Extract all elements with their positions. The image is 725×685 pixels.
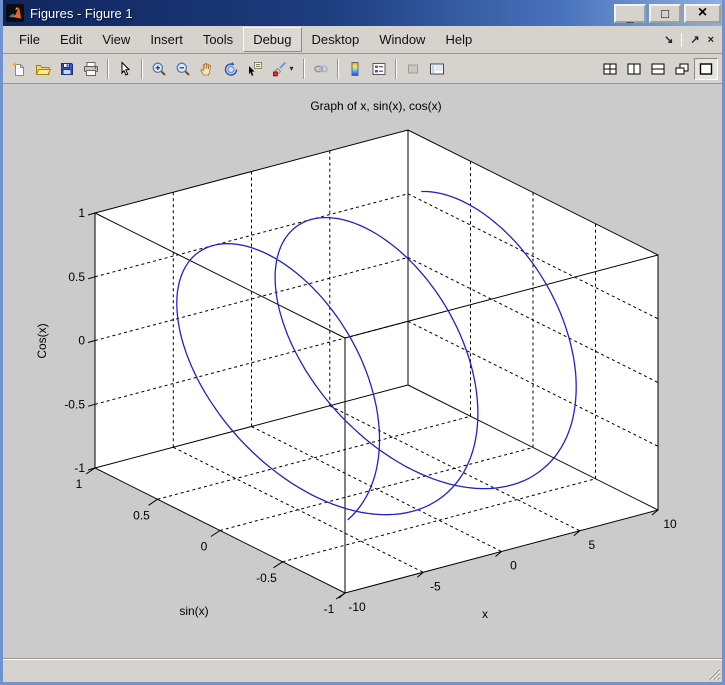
layout-float-icon [674, 61, 690, 77]
dropdown-caret-icon[interactable]: ▾ [289, 64, 293, 73]
z-tick-label: 1 [78, 206, 85, 220]
close-figures-icon[interactable]: × [708, 34, 714, 46]
data-cursor-button[interactable] [243, 58, 267, 80]
layout-grid-icon [602, 61, 618, 77]
menu-corner-separator [681, 33, 682, 47]
plot-axes-3d[interactable]: -10 -5 0 5 10 1 0.5 0 -0.5 -1 1 0.5 0 -0.5 -1 Graph of … [3, 84, 722, 658]
x-tick-label: -5 [430, 579, 441, 593]
figure-canvas: -10 -5 0 5 10 1 0.5 0 -0.5 -1 1 0.5 0 -0.5 -1 Graph of … [3, 84, 722, 658]
layout-maximize-icon [698, 61, 714, 77]
menu-item-view[interactable]: View [92, 27, 140, 52]
pan-button[interactable] [195, 58, 219, 80]
menu-item-edit[interactable]: Edit [50, 27, 92, 52]
x-axis-label: x [482, 607, 488, 621]
menu-item-desktop[interactable]: Desktop [302, 27, 370, 52]
status-bar [3, 658, 722, 682]
z-tick-label: -0.5 [64, 397, 85, 411]
rotate-3d-icon [223, 61, 239, 77]
layout-rows-button[interactable] [646, 58, 670, 80]
z-axis-label: Cos(x) [35, 323, 49, 358]
link-plot-icon [313, 61, 329, 77]
maximize-icon: □ [661, 7, 669, 20]
minimize-button[interactable]: _ [614, 4, 646, 23]
data-cursor-icon [247, 61, 263, 77]
z-tick-label: 0.5 [68, 270, 85, 284]
x-tick-label: 10 [663, 517, 677, 531]
zoom-in-icon [151, 61, 167, 77]
layout-columns-button[interactable] [622, 58, 646, 80]
zoom-in-button[interactable] [147, 58, 171, 80]
save-figure-button[interactable] [55, 58, 79, 80]
new-figure-button[interactable] [7, 58, 31, 80]
x-tick-label: 0 [510, 559, 517, 573]
menu-item-tools[interactable]: Tools [193, 27, 243, 52]
brush-icon [272, 61, 288, 77]
x-tick-label: -10 [348, 600, 366, 614]
menu-item-help[interactable]: Help [435, 27, 482, 52]
toolbar-separator [337, 59, 339, 79]
toolbar-separator [303, 59, 305, 79]
edit-plot-button[interactable] [113, 58, 137, 80]
layout-rows-icon [650, 61, 666, 77]
toolbar-layout-group [598, 58, 718, 80]
maximize-button[interactable]: □ [649, 4, 681, 23]
hide-plot-tools-button[interactable] [401, 58, 425, 80]
figure-window: Figures - Figure 1 _ □ × FileEditViewInser… [0, 0, 725, 685]
x-tick-label: 5 [588, 538, 595, 552]
menu-bar: FileEditViewInsertToolsDebugDesktopWindo… [3, 26, 722, 54]
toolbar: ▾ [3, 54, 722, 84]
insert-colorbar-button[interactable] [343, 58, 367, 80]
y-axis-label: sin(x) [179, 604, 208, 618]
insert-colorbar-icon [347, 61, 363, 77]
z-tick-label: -1 [74, 461, 85, 475]
undock-figure-icon[interactable]: ↗ [690, 33, 699, 46]
plot-title: Graph of x, sin(x), cos(x) [310, 99, 441, 113]
insert-legend-icon [371, 61, 387, 77]
dock-figure-icon[interactable]: ↘ [664, 33, 673, 46]
menu-corner-controls: ↘ ↗ × [664, 33, 716, 47]
save-icon [59, 61, 75, 77]
link-plot-button[interactable] [309, 58, 333, 80]
show-plot-tools-button[interactable] [425, 58, 449, 80]
pan-icon [199, 61, 215, 77]
window-controls: _ □ × [614, 4, 721, 23]
y-tick-label: -0.5 [256, 571, 277, 585]
menu-item-window[interactable]: Window [369, 27, 435, 52]
pointer-icon [117, 61, 133, 77]
layout-maximize-button[interactable] [694, 58, 718, 80]
hide-plot-tools-icon [405, 61, 421, 77]
y-tick-label: 1 [76, 477, 83, 491]
matlab-icon [6, 4, 24, 22]
resize-grip-icon[interactable] [707, 667, 721, 681]
print-figure-button[interactable] [79, 58, 103, 80]
print-icon [83, 61, 99, 77]
brush-button[interactable]: ▾ [267, 58, 299, 80]
layout-columns-icon [626, 61, 642, 77]
show-plot-tools-icon [429, 61, 445, 77]
layout-grid-button[interactable] [598, 58, 622, 80]
y-tick-label: 0.5 [133, 508, 150, 522]
toolbar-separator [141, 59, 143, 79]
y-tick-label: 0 [201, 540, 208, 554]
menu-item-file[interactable]: File [9, 27, 50, 52]
open-file-button[interactable] [31, 58, 55, 80]
y-tick-label: -1 [324, 602, 335, 616]
new-figure-icon [11, 61, 27, 77]
layout-float-button[interactable] [670, 58, 694, 80]
open-folder-icon [35, 61, 51, 77]
toolbar-separator [395, 59, 397, 79]
z-tick-label: 0 [78, 334, 85, 348]
zoom-out-button[interactable] [171, 58, 195, 80]
title-bar[interactable]: Figures - Figure 1 _ □ × [0, 0, 725, 26]
zoom-out-icon [175, 61, 191, 77]
menu-item-insert[interactable]: Insert [140, 27, 193, 52]
menu-item-debug[interactable]: Debug [243, 27, 301, 52]
close-button[interactable]: × [684, 4, 721, 23]
insert-legend-button[interactable] [367, 58, 391, 80]
minimize-icon: _ [626, 10, 633, 23]
rotate-3d-button[interactable] [219, 58, 243, 80]
toolbar-separator [107, 59, 109, 79]
window-title: Figures - Figure 1 [30, 6, 133, 21]
close-icon: × [698, 5, 707, 21]
